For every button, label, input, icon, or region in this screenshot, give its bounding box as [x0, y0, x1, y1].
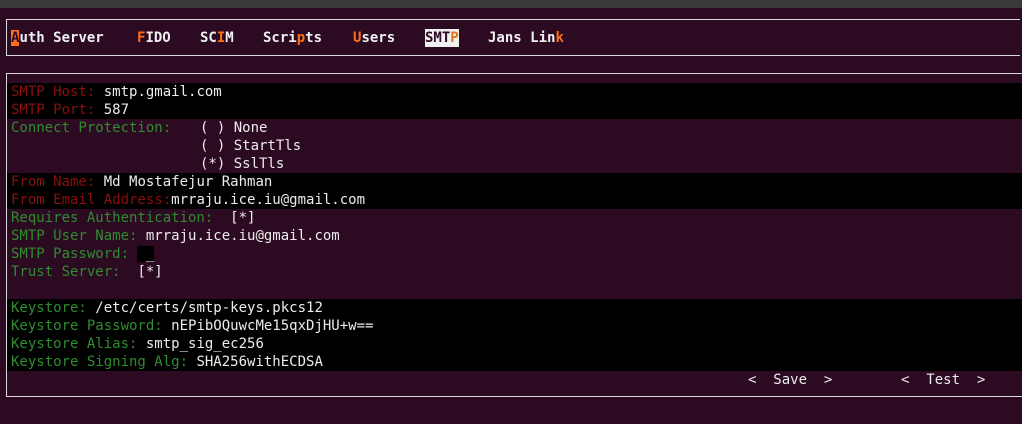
from-name-field[interactable]: Md Mostafejur Rahman [104, 174, 273, 190]
tab-hotkey: P [450, 30, 459, 46]
keystore-password-label: Keystore Password: [11, 318, 163, 334]
test-button[interactable]: < Test > [901, 371, 985, 389]
tab-fido[interactable]: FIDO [137, 29, 171, 47]
keystore-row: Keystore: /etc/certs/smtp-keys.pkcs12 [11, 299, 323, 317]
smtp-password-label: SMTP Password: [11, 246, 130, 262]
requires-auth-label: Requires Authentication: [11, 210, 214, 226]
terminal-top-strip [0, 0, 1022, 8]
password-cursor: _ [145, 246, 155, 262]
radio-none[interactable]: ( ) None [200, 119, 267, 137]
tab-jans-link[interactable]: Jans Link [488, 29, 564, 47]
smtp-host-label: SMTP Host: [11, 84, 96, 100]
tab-label: ts [305, 30, 323, 46]
tab-label: SC [200, 30, 217, 46]
requires-auth-row: Requires Authentication: [*] [11, 209, 255, 227]
keystore-alg-row: Keystore Signing Alg: SHA256withECDSA [11, 353, 323, 371]
tab-label: IDO [145, 30, 171, 46]
tab-label: M [225, 30, 234, 46]
tab-scim[interactable]: SCIM [200, 29, 234, 47]
keystore-password-field[interactable]: nEPibOQuwcMe15qxDjHU+w== [171, 318, 373, 334]
from-name-label: From Name: [11, 174, 96, 190]
radio-starttls[interactable]: ( ) StartTls [200, 137, 301, 155]
radio-ssltls[interactable]: (*) SslTls [200, 155, 284, 173]
smtp-port-label: SMTP Port: [11, 102, 96, 118]
keystore-alias-label: Keystore Alias: [11, 336, 138, 352]
tab-scripts[interactable]: Scripts [263, 29, 322, 47]
smtp-host-field[interactable]: smtp.gmail.com [104, 84, 222, 100]
keystore-alias-row: Keystore Alias: smtp_sig_ec256 [11, 335, 264, 353]
keystore-alg-field[interactable]: SHA256withECDSA [196, 354, 322, 370]
tab-smtp[interactable]: SMTP [425, 29, 459, 47]
smtp-user-field[interactable]: mrraju.ice.iu@gmail.com [146, 228, 340, 244]
requires-auth-checkbox[interactable]: [*] [230, 210, 255, 226]
keystore-alias-field[interactable]: smtp_sig_ec256 [146, 336, 264, 352]
tab-label: sers [361, 30, 396, 46]
tab-hotkey: k [555, 30, 564, 46]
tab-label: Scri [263, 30, 297, 46]
smtp-port-row: SMTP Port: 587 [11, 101, 129, 119]
trust-server-label: Trust Server: [11, 264, 121, 280]
save-button[interactable]: < Save > [748, 371, 832, 389]
smtp-host-row: SMTP Host: smtp.gmail.com [11, 83, 222, 101]
from-email-row: From Email Address:mrraju.ice.iu@gmail.c… [11, 191, 365, 209]
trust-server-row: Trust Server: [*] [11, 263, 163, 281]
tab-label: uth Server [19, 30, 104, 46]
from-name-row: From Name: Md Mostafejur Rahman [11, 173, 272, 191]
tab-users[interactable]: Users [353, 29, 395, 47]
trust-server-checkbox[interactable]: [*] [137, 264, 162, 280]
top-nav: Auth Server FIDO SCIM Scripts Users SMTP… [11, 29, 564, 47]
smtp-user-row: SMTP User Name: mrraju.ice.iu@gmail.com [11, 227, 340, 245]
from-email-label: From Email Address: [11, 192, 172, 208]
smtp-password-field[interactable]: _ [137, 246, 155, 262]
smtp-user-label: SMTP User Name: [11, 228, 138, 244]
keystore-alg-label: Keystore Signing Alg: [11, 354, 189, 370]
connect-protection-row: Connect Protection: [11, 119, 171, 137]
tab-hotkey: p [296, 30, 306, 46]
keystore-label: Keystore: [11, 300, 87, 316]
tab-label: Jans Lin [488, 30, 556, 46]
smtp-port-field[interactable]: 587 [104, 102, 129, 118]
keystore-password-row: Keystore Password: nEPibOQuwcMe15qxDjHU+… [11, 317, 373, 335]
keystore-field[interactable]: /etc/certs/smtp-keys.pkcs12 [95, 300, 323, 316]
tab-auth-server[interactable]: Auth Server [11, 29, 104, 47]
tab-label: SMT [425, 30, 451, 46]
connect-protection-label: Connect Protection: [11, 120, 172, 136]
smtp-password-row: SMTP Password: _ [11, 245, 155, 263]
from-email-field[interactable]: mrraju.ice.iu@gmail.com [171, 192, 365, 208]
